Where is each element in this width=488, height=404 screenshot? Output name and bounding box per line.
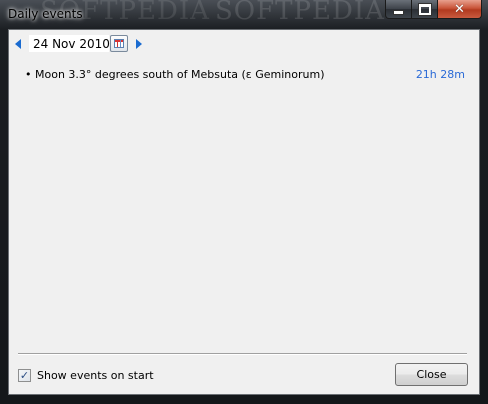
minimize-icon [393,9,404,15]
daily-events-window: SOFTPEDIA SOFTPEDIA Daily events ✕ 24 No… [0,0,488,404]
close-icon: ✕ [454,1,465,17]
date-navigator: 24 Nov 2010 [15,35,142,52]
checkmark-icon: ✓ [19,369,30,382]
show-events-on-start[interactable]: ✓ Show events on start [18,369,154,382]
previous-day-icon[interactable] [15,38,21,49]
date-field[interactable]: 24 Nov 2010 [29,35,110,52]
caption-buttons: ✕ [385,0,482,19]
event-description: • Moon 3.3° degrees south of Mebsuta (ε … [25,68,325,81]
window-title: Daily events [8,7,83,21]
maximize-icon [417,2,432,16]
watermark: SOFTPEDIA [215,0,385,26]
close-button[interactable]: Close [395,363,468,386]
maximize-button[interactable] [412,0,438,19]
event-text: Moon 3.3° degrees south of Mebsuta (ε Ge… [35,68,325,81]
minimize-button[interactable] [385,0,412,19]
footer-separator [18,353,467,355]
close-window-button[interactable]: ✕ [438,0,482,19]
next-day-icon[interactable] [136,38,142,49]
event-time: 21h 28m [415,68,465,81]
bullet: • [25,68,32,81]
title-bar[interactable]: SOFTPEDIA SOFTPEDIA Daily events ✕ [0,0,488,28]
calendar-icon [114,39,124,48]
show-events-checkbox[interactable]: ✓ [18,369,31,382]
show-events-label[interactable]: Show events on start [37,369,154,382]
events-list: • Moon 3.3° degrees south of Mebsuta (ε … [25,68,465,81]
client-area: 24 Nov 2010 • Moon 3.3° degrees south of… [8,29,480,395]
list-item: • Moon 3.3° degrees south of Mebsuta (ε … [25,68,465,81]
calendar-button[interactable] [110,35,128,52]
